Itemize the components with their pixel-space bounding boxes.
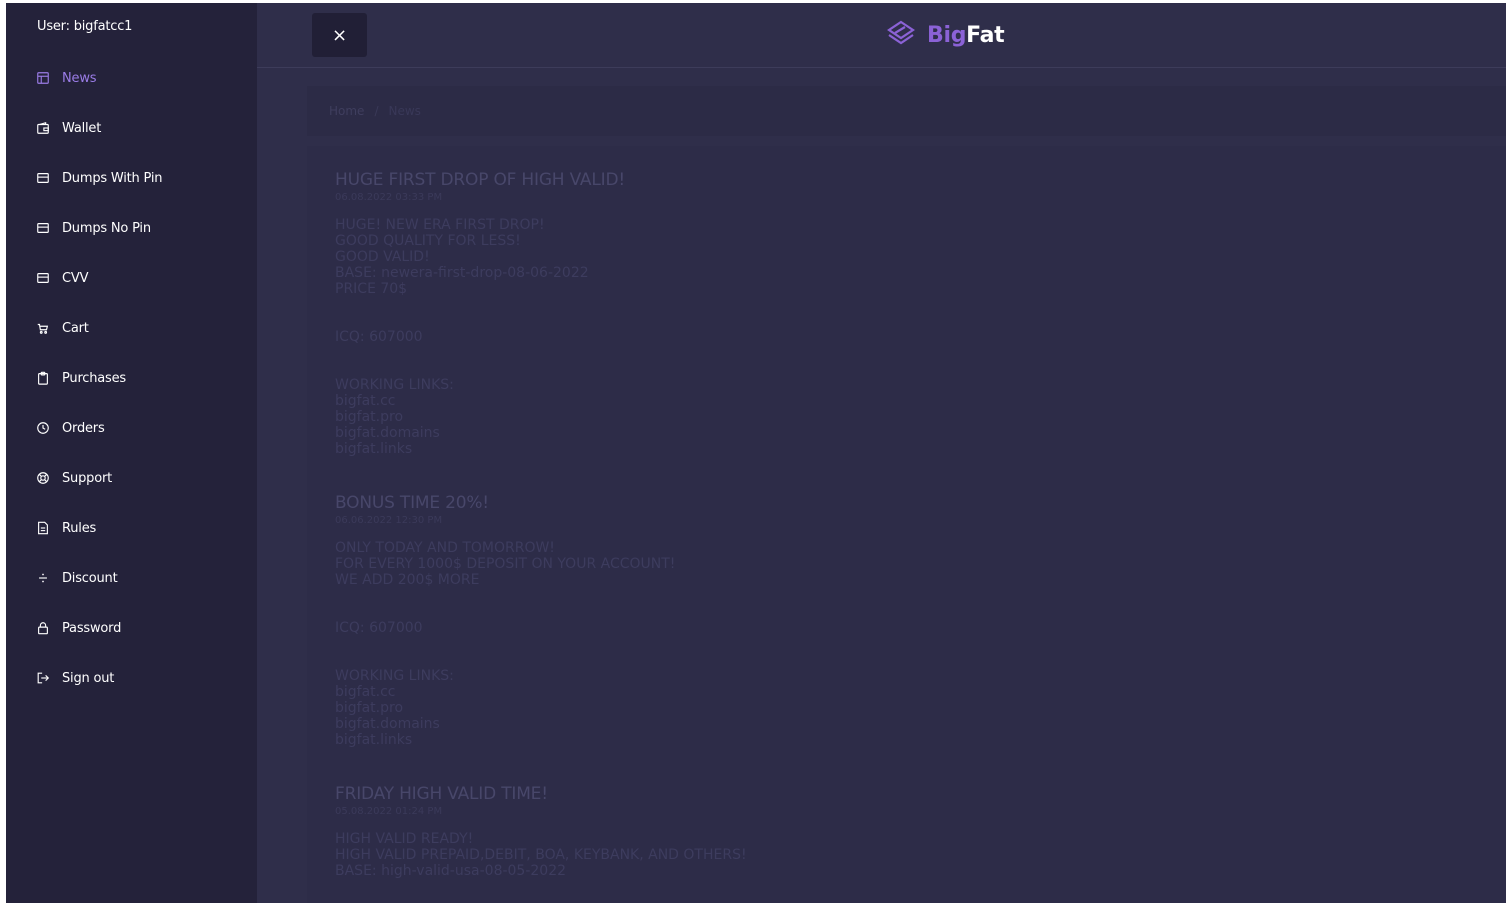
- post-link[interactable]: bigfat.domains: [335, 425, 625, 441]
- sidebar-item-cvv[interactable]: CVV: [6, 253, 257, 303]
- post-date: 06.06.2022 12:30 PM: [335, 515, 443, 526]
- clipboard-icon: [36, 371, 50, 385]
- sidebar-item-cart[interactable]: Cart: [6, 303, 257, 353]
- sidebar-item-support[interactable]: Support: [6, 453, 257, 503]
- sidebar-item-label: Orders: [62, 420, 105, 436]
- document-icon: [36, 521, 50, 535]
- sidebar-item-label: News: [62, 70, 97, 86]
- sidebar-item-label: Dumps With Pin: [62, 170, 163, 186]
- post-body: HUGE! NEW ERA FIRST DROP! GOOD QUALITY F…: [335, 217, 625, 457]
- user-label: User: bigfatcc1: [37, 19, 133, 34]
- news-post: FRIDAY HIGH VALID TIME! 05.08.2022 01:24…: [335, 784, 747, 879]
- sidebar-item-orders[interactable]: Orders: [6, 403, 257, 453]
- sidebar-item-sign-out[interactable]: Sign out: [6, 653, 257, 703]
- logo-icon: [887, 20, 915, 45]
- lock-icon: [36, 621, 50, 635]
- post-line: FOR EVERY 1000$ DEPOSIT ON YOUR ACCOUNT!: [335, 556, 676, 572]
- sidebar-item-news[interactable]: News: [6, 53, 257, 103]
- post-line: GOOD QUALITY FOR LESS!: [335, 233, 521, 249]
- post-line: WE ADD 200$ MORE: [335, 572, 480, 588]
- post-line: BASE: newera-first-drop-08-06-2022: [335, 265, 589, 281]
- close-sidebar-button[interactable]: ×: [312, 13, 367, 57]
- sidebar-item-label: Cart: [62, 320, 89, 336]
- sidebar-item-password[interactable]: Password: [6, 603, 257, 653]
- post-line: HIGH VALID PREPAID,DEBIT, BOA, KEYBANK, …: [335, 847, 747, 863]
- post-line: ONLY TODAY AND TOMORROW!: [335, 540, 555, 556]
- breadcrumb: Home / News: [307, 86, 1506, 136]
- sidebar-item-discount[interactable]: Discount: [6, 553, 257, 603]
- post-title: HUGE FIRST DROP OF HIGH VALID!: [335, 170, 625, 190]
- close-icon: ×: [331, 24, 348, 46]
- sidebar-item-label: Wallet: [62, 120, 102, 136]
- sidebar-item-purchases[interactable]: Purchases: [6, 353, 257, 403]
- sidebar-item-dumps-with-pin[interactable]: Dumps With Pin: [6, 153, 257, 203]
- post-date: 06.08.2022 03:33 PM: [335, 192, 443, 203]
- layout-icon: [36, 71, 50, 85]
- sidebar-item-wallet[interactable]: Wallet: [6, 103, 257, 153]
- wallet-icon: [36, 121, 50, 135]
- divide-icon: [36, 571, 50, 585]
- card-icon: [36, 271, 50, 285]
- news-post: HUGE FIRST DROP OF HIGH VALID! 06.08.202…: [335, 170, 625, 457]
- sidebar-item-label: Dumps No Pin: [62, 220, 151, 236]
- post-line: BASE: high-valid-usa-08-05-2022: [335, 863, 567, 879]
- sidebar-item-dumps-no-pin[interactable]: Dumps No Pin: [6, 203, 257, 253]
- breadcrumb-current: News: [388, 104, 421, 118]
- post-body: HIGH VALID READY! HIGH VALID PREPAID,DEB…: [335, 831, 747, 879]
- lifebuoy-icon: [36, 471, 50, 485]
- post-link[interactable]: bigfat.cc: [335, 684, 675, 700]
- sidebar-item-label: Rules: [62, 520, 97, 536]
- post-date: 05.08.2022 01:24 PM: [335, 806, 443, 817]
- sidebar-item-label: Sign out: [62, 670, 115, 686]
- post-title: BONUS TIME 20%!: [335, 493, 489, 513]
- post-link[interactable]: bigfat.links: [335, 441, 625, 457]
- post-line: HIGH VALID READY!: [335, 831, 474, 847]
- breadcrumb-home-link[interactable]: Home: [329, 104, 364, 118]
- news-feed: HUGE FIRST DROP OF HIGH VALID! 06.08.202…: [307, 146, 1506, 903]
- sign-out-icon: [36, 671, 50, 685]
- logo-text-part2: Fat: [966, 22, 1005, 48]
- post-link[interactable]: bigfat.cc: [335, 393, 625, 409]
- post-line: ICQ: 607000: [335, 329, 423, 345]
- top-bar: × BigFat: [257, 3, 1506, 68]
- logo-text-part1: Big: [927, 22, 967, 48]
- post-title: FRIDAY HIGH VALID TIME!: [335, 784, 548, 804]
- post-link[interactable]: bigfat.links: [335, 732, 675, 748]
- post-line: GOOD VALID!: [335, 249, 430, 265]
- post-link[interactable]: bigfat.pro: [335, 409, 625, 425]
- cart-icon: [36, 321, 50, 335]
- sidebar-item-label: Password: [62, 620, 122, 636]
- post-line: HUGE! NEW ERA FIRST DROP!: [335, 217, 545, 233]
- news-post: BONUS TIME 20%! 06.06.2022 12:30 PM ONLY…: [335, 493, 675, 748]
- post-line: WORKING LINKS:: [335, 668, 454, 684]
- post-line: ICQ: 607000: [335, 620, 423, 636]
- sidebar-item-label: Purchases: [62, 370, 127, 386]
- breadcrumb-separator: /: [374, 104, 379, 118]
- main-area: × BigFat Home / News HUGE FIRST DROP OF …: [257, 3, 1506, 903]
- post-link[interactable]: bigfat.domains: [335, 716, 675, 732]
- card-icon: [36, 171, 50, 185]
- post-link[interactable]: bigfat.pro: [335, 700, 675, 716]
- sidebar-nav: News Wallet Dumps With Pin Dumps No Pin: [6, 53, 257, 703]
- sidebar: User: bigfatcc1 News Wallet Dumps With P…: [6, 3, 257, 903]
- post-line: PRICE 70$: [335, 281, 408, 297]
- card-icon: [36, 221, 50, 235]
- app-frame: User: bigfatcc1 News Wallet Dumps With P…: [6, 3, 1506, 903]
- sidebar-item-label: CVV: [62, 270, 89, 286]
- sidebar-item-label: Discount: [62, 570, 118, 586]
- post-body: ONLY TODAY AND TOMORROW! FOR EVERY 1000$…: [335, 540, 675, 748]
- sidebar-item-label: Support: [62, 470, 112, 486]
- clock-icon: [36, 421, 50, 435]
- sidebar-item-rules[interactable]: Rules: [6, 503, 257, 553]
- post-line: WORKING LINKS:: [335, 377, 454, 393]
- brand-logo[interactable]: BigFat: [885, 19, 1005, 51]
